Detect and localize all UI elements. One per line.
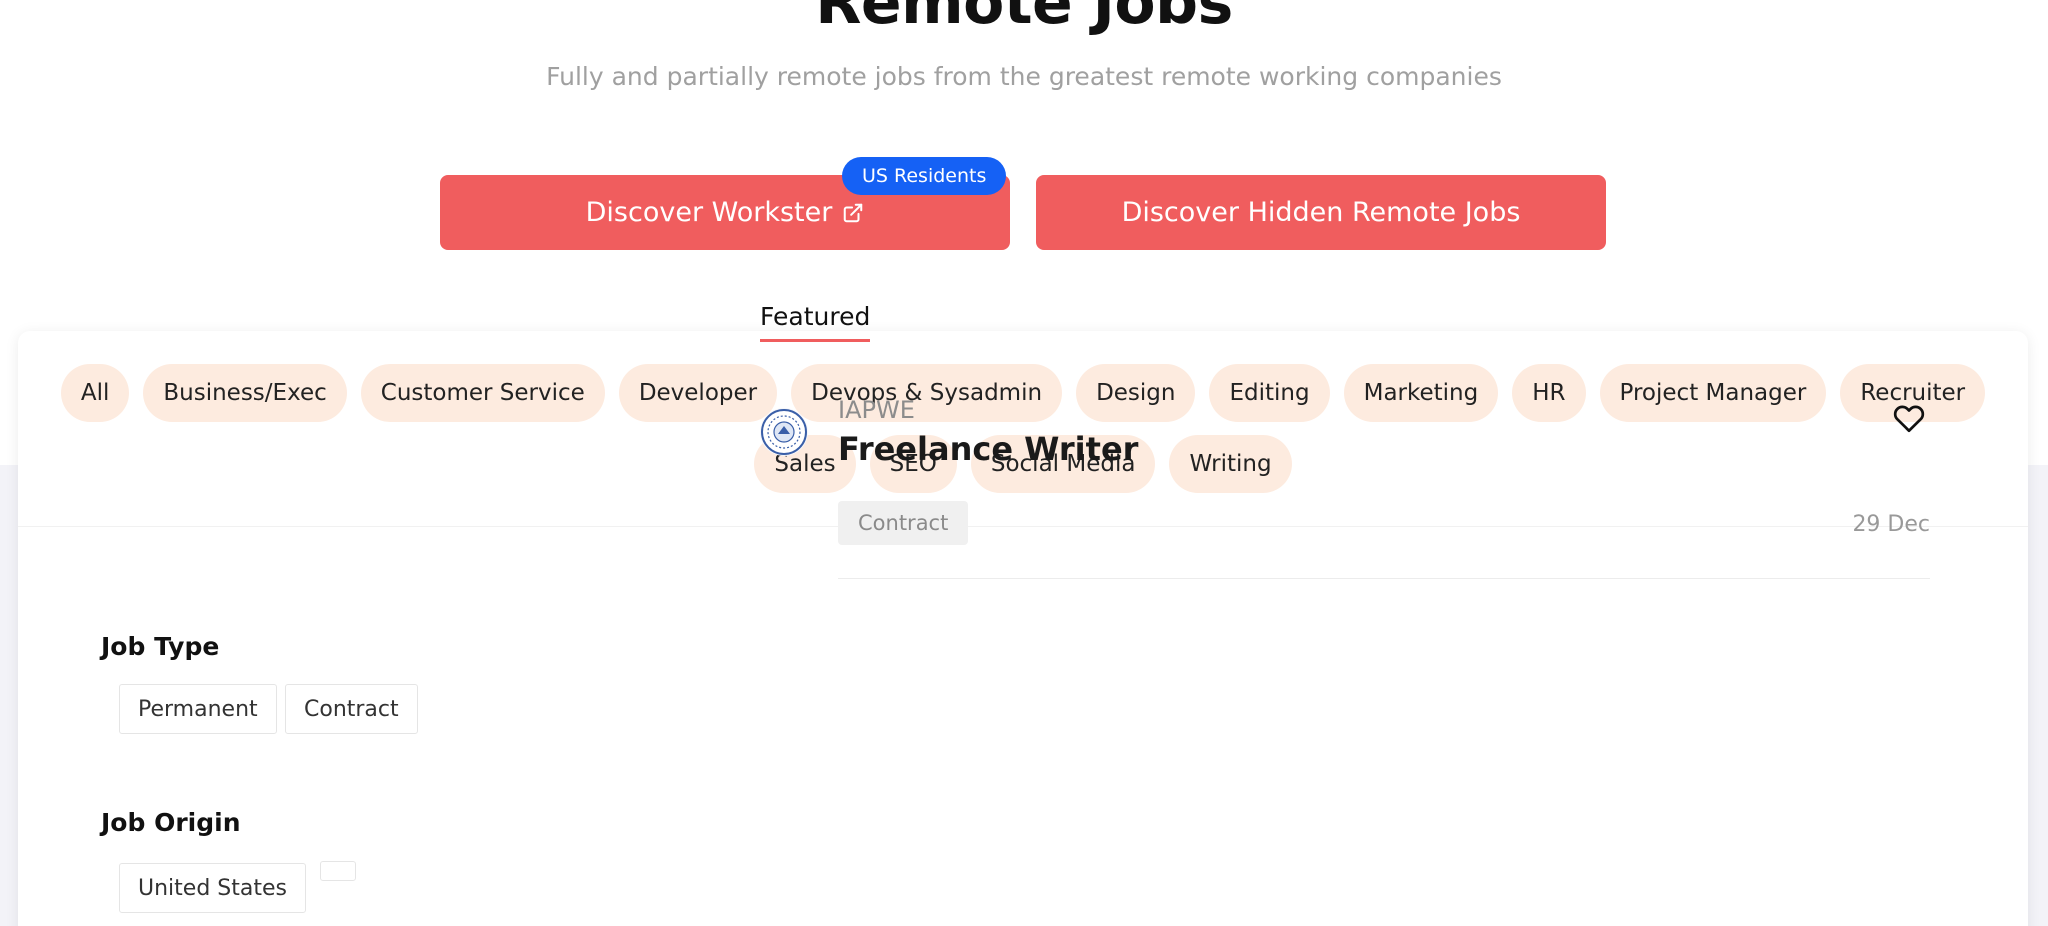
category-chip-all[interactable]: All <box>60 364 130 422</box>
category-chip-developer[interactable]: Developer <box>618 364 778 422</box>
category-chip-design[interactable]: Design <box>1076 364 1196 422</box>
category-chip-hr[interactable]: HR <box>1512 364 1586 422</box>
category-chip-writing[interactable]: Writing <box>1169 435 1292 493</box>
discover-workster-label: Discover Workster <box>585 197 833 228</box>
job-type-permanent-option[interactable]: Permanent <box>119 684 277 734</box>
discover-hidden-jobs-label: Discover Hidden Remote Jobs <box>1121 197 1521 228</box>
job-divider <box>838 578 1930 579</box>
category-filter-bar: All Business/Exec Customer Service Devel… <box>18 364 2028 493</box>
category-chip-business-exec[interactable]: Business/Exec <box>143 364 347 422</box>
job-type-contract-option[interactable]: Contract <box>285 684 418 734</box>
job-type-tag: Contract <box>838 501 969 545</box>
external-link-icon <box>844 203 863 222</box>
category-chip-project-manager[interactable]: Project Manager <box>1599 364 1827 422</box>
job-title-link[interactable]: Freelance Writer <box>838 430 1138 468</box>
job-posted-date: 29 Dec <box>1852 512 1930 537</box>
jobs-card: All Business/Exec Customer Service Devel… <box>18 331 2028 926</box>
page-subtitle: Fully and partially remote jobs from the… <box>546 62 1502 91</box>
us-residents-badge: US Residents <box>842 157 1007 195</box>
job-type-heading: Job Type <box>101 632 220 661</box>
company-seal-icon <box>761 409 807 455</box>
company-logo <box>760 408 808 456</box>
company-name: IAPWE <box>838 396 915 424</box>
discover-hidden-jobs-button[interactable]: Discover Hidden Remote Jobs <box>1036 175 1606 250</box>
favorite-heart-icon[interactable] <box>1891 400 1927 436</box>
job-origin-extra-option[interactable] <box>320 861 356 881</box>
category-chip-customer-service[interactable]: Customer Service <box>360 364 605 422</box>
category-chip-devops-sysadmin[interactable]: Devops & Sysadmin <box>791 364 1063 422</box>
tab-featured[interactable]: Featured <box>760 302 871 342</box>
category-chip-editing[interactable]: Editing <box>1209 364 1330 422</box>
page-title: Remote Jobs <box>815 0 1233 38</box>
category-chip-marketing[interactable]: Marketing <box>1343 364 1499 422</box>
job-origin-heading: Job Origin <box>101 808 241 837</box>
job-origin-us-option[interactable]: United States <box>119 863 306 913</box>
card-divider <box>18 526 2028 527</box>
